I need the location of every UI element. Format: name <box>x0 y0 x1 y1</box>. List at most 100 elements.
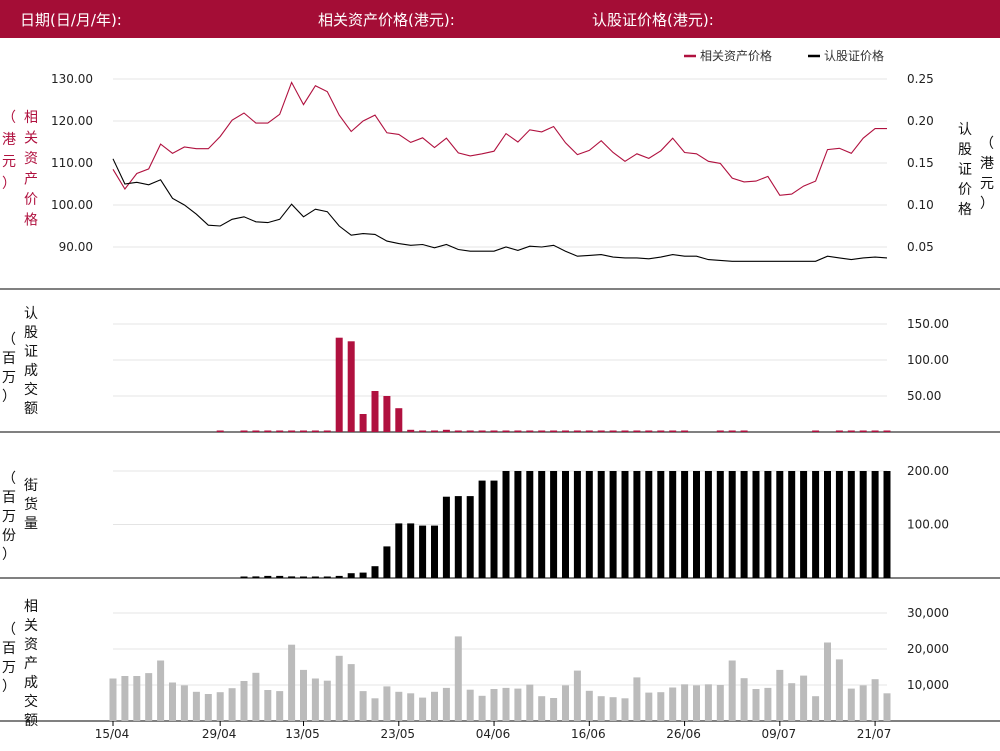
underlying-turnover-bar <box>693 685 700 721</box>
outstanding-bar <box>323 576 331 578</box>
outstanding-bar <box>466 496 474 578</box>
y-left-axis-unit: 港 <box>2 132 16 148</box>
y-axis-label: 成 <box>24 675 38 691</box>
warrant-turnover-bar <box>419 430 427 432</box>
y-right-axis-unit: 元 <box>980 176 994 192</box>
outstanding-bar <box>740 471 748 578</box>
y-left-axis-label: 资 <box>24 151 38 167</box>
x-tick-label: 15/04 <box>95 727 130 741</box>
outstanding-bar <box>609 471 617 578</box>
warrant-turnover-bar <box>550 430 558 432</box>
underlying-turnover-bar <box>740 678 748 721</box>
warrant-turnover-bar <box>371 391 379 432</box>
warrant-turnover-bar <box>740 430 748 432</box>
underlying-turnover-bar <box>621 698 629 721</box>
warrant-turnover-bar <box>562 430 569 432</box>
outstanding-bar <box>776 471 784 578</box>
warrant-turnover-bar <box>300 430 307 432</box>
y-axis-unit: （ <box>2 622 16 638</box>
outstanding-bar <box>454 496 462 578</box>
outstanding-bar <box>859 471 867 578</box>
x-tick-label: 04/06 <box>476 727 511 741</box>
outstanding-bar <box>597 471 605 578</box>
y-right-axis-label: 价 <box>958 182 972 198</box>
underlying-turnover-bar <box>704 684 712 721</box>
outstanding-bar <box>883 471 891 578</box>
y-left-axis-unit: （ <box>2 110 16 126</box>
x-tick-label: 13/05 <box>285 727 320 741</box>
warrant-turnover-bar <box>609 430 617 432</box>
underlying-turnover-bar <box>716 685 724 721</box>
warrant-price-label: 认股证价格(港元): <box>592 11 714 29</box>
underlying-turnover-bar <box>752 689 760 721</box>
outstanding-bar <box>824 471 831 578</box>
outstanding-bar <box>311 576 319 578</box>
y-axis-label: 关 <box>24 618 38 634</box>
underlying-turnover-bar <box>395 691 403 721</box>
legend-warrant-label: 认股证价格 <box>824 48 884 63</box>
outstanding-bar <box>693 471 700 578</box>
underlying-turnover-bar <box>371 698 379 721</box>
outstanding-bar <box>419 525 427 578</box>
underlying-turnover-bar <box>633 677 641 721</box>
outstanding-bar <box>657 471 665 578</box>
outstanding-bar <box>514 471 522 578</box>
outstanding-bar <box>371 566 379 578</box>
underlying-turnover-bar <box>347 664 355 721</box>
warrant-turnover-bar <box>466 430 474 432</box>
outstanding-bar <box>645 471 653 578</box>
warrant-turnover-bar <box>276 430 284 432</box>
y-axis-unit: ） <box>2 679 16 695</box>
y-axis-label: 证 <box>24 344 38 360</box>
y-axis-unit: （ <box>2 471 16 487</box>
warrant-turnover-bar <box>812 430 820 432</box>
warrant-turnover-bar <box>431 430 438 432</box>
warrant-turnover-bar <box>514 430 522 432</box>
warrant-turnover-bar <box>728 430 736 432</box>
outstanding-bar <box>276 575 284 578</box>
underlying-turnover-bar <box>216 692 224 721</box>
y-right-tick: 50.00 <box>907 389 941 403</box>
underlying-turnover-bar <box>419 697 427 721</box>
underlying-turnover-bar <box>526 684 534 721</box>
warrant-turnover-bar <box>407 429 415 432</box>
warrant-turnover-bar <box>526 430 534 432</box>
outstanding-bar <box>538 471 546 578</box>
outstanding-bar <box>752 471 760 578</box>
underlying-turnover-bar <box>669 687 677 721</box>
y-left-axis-label: 相 <box>24 110 38 126</box>
legend-asset-label: 相关资产价格 <box>700 48 772 63</box>
warrant-turnover-bar <box>669 430 677 432</box>
underlying-turnover-bar <box>311 678 319 721</box>
y-left-axis-unit: 元 <box>2 154 16 170</box>
underlying-turnover-bar <box>431 691 438 721</box>
y-right-axis-label: 证 <box>958 162 972 178</box>
warrant-turnover-bar <box>597 430 605 432</box>
y-right-tick: 100.00 <box>907 353 949 367</box>
outstanding-bar <box>478 480 486 578</box>
underlying-turnover-bar <box>407 693 415 721</box>
warrant-turnover-bar <box>216 430 224 432</box>
y-axis-label: 额 <box>24 713 38 729</box>
underlying-turnover-bar <box>264 690 272 721</box>
warrant-turnover-bar <box>538 430 546 432</box>
underlying-turnover-bar <box>550 698 558 721</box>
warrant-turnover-bar <box>442 429 450 432</box>
outstanding-bar <box>573 471 581 578</box>
y-axis-label: 认 <box>24 306 38 322</box>
underlying-turnover-bar <box>812 696 820 721</box>
warrant-turnover-bar <box>335 337 343 432</box>
underlying-turnover-bar <box>288 644 296 721</box>
warrant-turnover-bar <box>383 396 391 432</box>
underlying-turnover-bar <box>573 670 581 721</box>
warrant-turnover-bar <box>633 430 641 432</box>
warrant-turnover-bar <box>454 430 462 432</box>
outstanding-bar <box>871 471 879 578</box>
y-axis-label: 交 <box>24 693 38 710</box>
y-axis-label: 额 <box>24 401 38 417</box>
y-axis-unit: 百 <box>2 641 16 657</box>
outstanding-bar <box>716 471 724 578</box>
outstanding-bar <box>681 471 689 578</box>
outstanding-bar <box>288 576 296 578</box>
warrant-turnover-bar <box>835 430 843 432</box>
